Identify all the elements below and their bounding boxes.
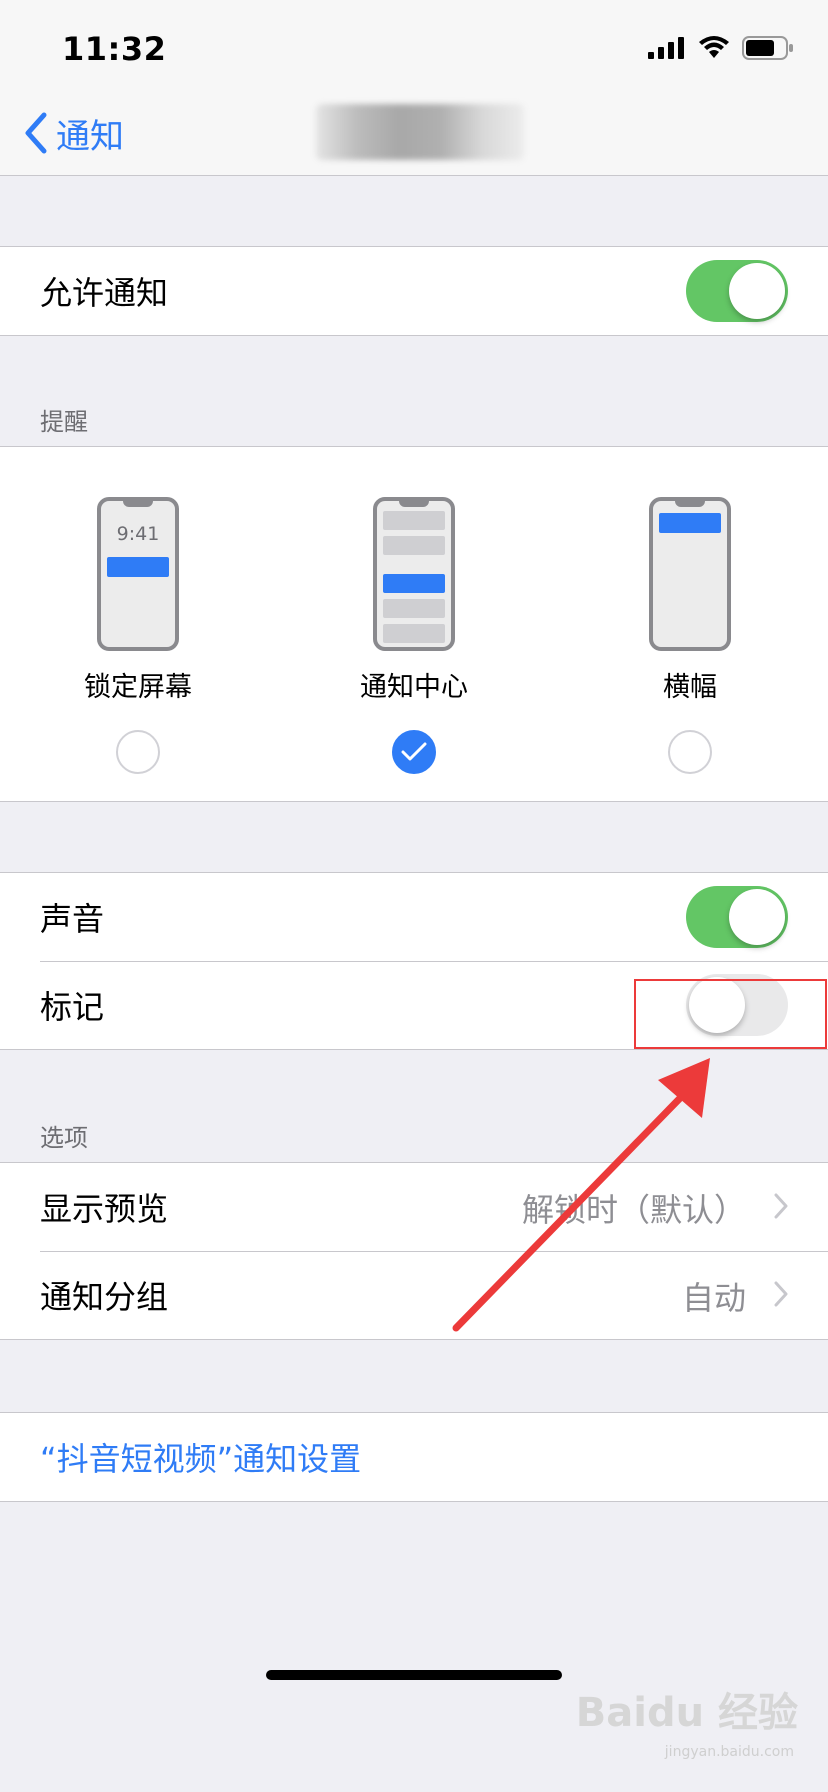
- app-settings-group: “抖音短视频”通知设置: [0, 1412, 828, 1502]
- allow-notifications-toggle[interactable]: [686, 260, 788, 322]
- watermark-url: jingyan.baidu.com: [664, 1744, 794, 1760]
- show-previews-value: 解锁时（默认）: [521, 1191, 746, 1229]
- alert-style-notification-center[interactable]: 通知中心: [314, 447, 514, 774]
- status-time: 11:32: [62, 30, 167, 68]
- back-button[interactable]: 通知: [24, 108, 124, 158]
- checkmark-icon: [401, 742, 427, 761]
- watermark-logo: Baidu 经验: [575, 1690, 798, 1736]
- lock-screen-time: 9:41: [116, 523, 160, 545]
- status-icons: [648, 36, 794, 60]
- alert-style-label: 锁定屏幕: [84, 672, 192, 703]
- app-settings-link[interactable]: “抖音短视频”通知设置: [40, 1434, 361, 1480]
- cellular-signal-icon: [648, 37, 684, 59]
- home-indicator: [266, 1670, 562, 1680]
- notification-grouping-value: 自动: [681, 1279, 746, 1317]
- alerts-section-header: 提醒: [40, 408, 88, 436]
- alert-style-lock-screen[interactable]: 9:41 锁定屏幕: [38, 447, 238, 774]
- sounds-toggle[interactable]: [686, 886, 788, 948]
- alert-style-banners[interactable]: 横幅: [590, 447, 790, 774]
- blurred-app-title: [316, 104, 524, 160]
- notification-grouping-row[interactable]: 通知分组 自动: [0, 1251, 828, 1339]
- lock-screen-radio[interactable]: [116, 730, 160, 774]
- alert-style-label: 通知中心: [360, 672, 468, 703]
- sounds-row: 声音: [0, 873, 828, 961]
- back-button-label: 通知: [56, 116, 124, 157]
- allow-notifications-group: 允许通知: [0, 246, 828, 336]
- chevron-right-icon: [774, 1193, 788, 1219]
- nav-bar: 通知: [0, 88, 828, 176]
- wifi-icon: [699, 36, 729, 58]
- notification-center-phone-icon: [373, 497, 455, 651]
- chevron-right-icon: [774, 1281, 788, 1307]
- show-previews-row[interactable]: 显示预览 解锁时（默认）: [0, 1163, 828, 1251]
- allow-notifications-row: 允许通知: [0, 247, 828, 335]
- alerts-group: 9:41 锁定屏幕 通知中心 横幅: [0, 446, 828, 802]
- chevron-left-icon: [25, 112, 47, 154]
- notification-center-radio[interactable]: [392, 730, 436, 774]
- options-group: 显示预览 解锁时（默认） 通知分组 自动: [0, 1162, 828, 1340]
- options-section-header: 选项: [40, 1124, 88, 1152]
- lock-screen-phone-icon: 9:41: [97, 497, 179, 651]
- banners-radio[interactable]: [668, 730, 712, 774]
- banners-phone-icon: [649, 497, 731, 651]
- alert-style-label: 横幅: [663, 672, 717, 703]
- status-bar: 11:32: [0, 0, 828, 88]
- battery-icon: [742, 36, 793, 60]
- app-settings-row[interactable]: “抖音短视频”通知设置: [0, 1413, 828, 1501]
- annotation-highlight-box: [634, 979, 827, 1049]
